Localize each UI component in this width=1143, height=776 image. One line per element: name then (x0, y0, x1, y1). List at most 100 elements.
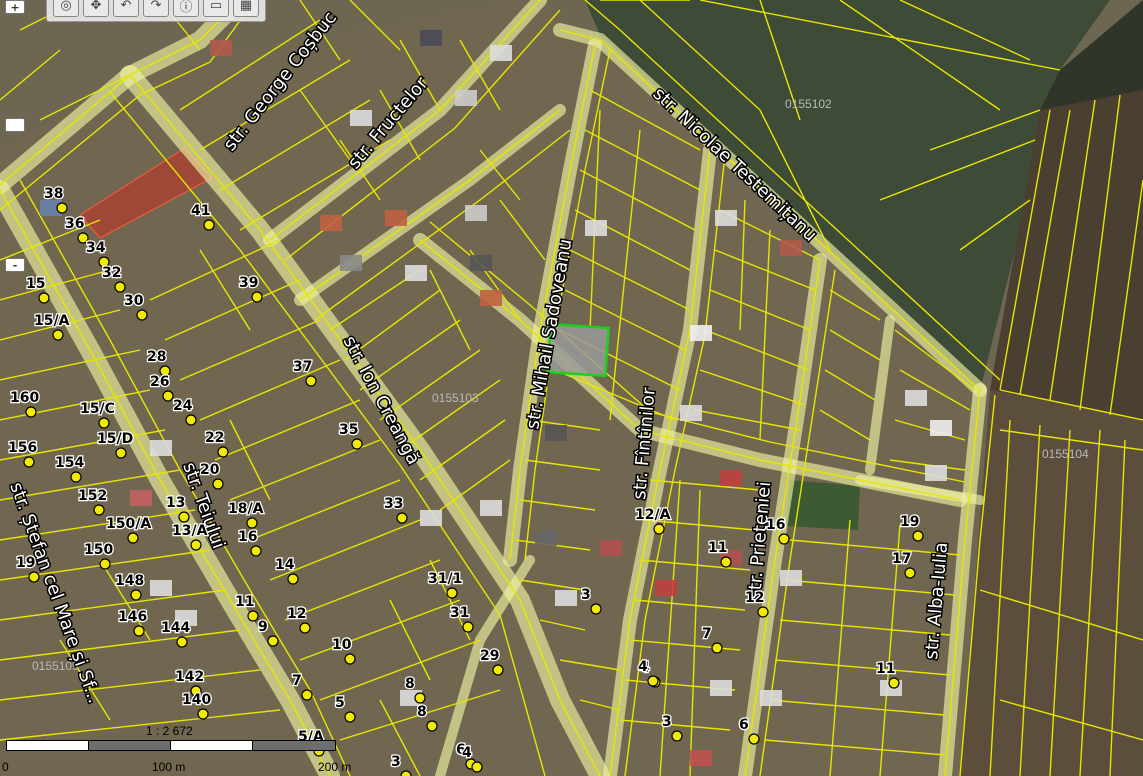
address-dot (130, 589, 142, 601)
address-dot (212, 478, 224, 490)
address-number: 5 (335, 695, 345, 711)
address-number: 12 (745, 590, 764, 606)
address-number: 15/C (80, 401, 115, 417)
zoom-in-button[interactable]: + (5, 0, 25, 14)
address-dot (471, 761, 483, 773)
address-dot (25, 406, 37, 418)
address-number: 4 (638, 659, 648, 675)
house-roof (405, 265, 427, 281)
address-number: 39 (239, 275, 258, 291)
address-dot (56, 202, 68, 214)
house-roof (150, 440, 172, 456)
address-number: 8 (405, 676, 415, 692)
address-number: 18/A (228, 501, 264, 517)
address-number: 24 (173, 398, 193, 414)
address-dot (647, 675, 659, 687)
map-canvas[interactable]: 0155102015510301551040155109 str. George… (0, 0, 1143, 776)
address-number: 140 (182, 692, 211, 708)
address-dot (400, 770, 412, 776)
address-dot (70, 471, 82, 483)
house-roof (150, 580, 172, 596)
address-number: 156 (8, 440, 37, 456)
print-tool-icon[interactable]: ▭ (203, 0, 229, 17)
scale-bar: 1 : 2 672 0 100 m 200 m (2, 724, 356, 776)
address-dot (888, 677, 900, 689)
address-number: 36 (65, 216, 84, 232)
house-roof (320, 215, 342, 231)
house-roof (780, 240, 802, 256)
address-number: 150 (84, 542, 113, 558)
address-dot (176, 636, 188, 648)
address-number: 16 (238, 529, 257, 545)
address-number: 22 (205, 430, 224, 446)
address-dot (748, 733, 760, 745)
address-dot (185, 414, 197, 426)
address-number: 154 (55, 455, 84, 471)
address-number: 32 (102, 265, 121, 281)
address-dot (250, 545, 262, 557)
address-number: 31/1 (428, 571, 462, 587)
scale-segment-1 (6, 740, 90, 751)
address-dot (414, 692, 426, 704)
house-roof (930, 420, 952, 436)
address-number: 37 (293, 359, 312, 375)
address-number: 15/D (97, 431, 133, 447)
table-tool-icon[interactable]: ▦ (233, 0, 259, 17)
address-number: 144 (161, 620, 190, 636)
address-dot (133, 625, 145, 637)
house-roof (710, 680, 732, 696)
zoom-slider-handle[interactable] (5, 118, 25, 132)
address-dot (904, 567, 916, 579)
address-dot (671, 730, 683, 742)
address-dot (720, 556, 732, 568)
house-roof (470, 255, 492, 271)
house-roof (490, 45, 512, 61)
pan-tool-icon[interactable]: ✥ (83, 0, 109, 17)
address-dot (99, 558, 111, 570)
scale-segment-3 (170, 740, 254, 751)
forward-tool-icon[interactable]: ↷ (143, 0, 169, 17)
address-number: 30 (124, 293, 144, 309)
back-tool-icon[interactable]: ↶ (113, 0, 139, 17)
address-number: 38 (44, 186, 63, 202)
address-dot (305, 375, 317, 387)
address-dot (217, 446, 229, 458)
address-number: 31 (450, 605, 469, 621)
address-dot (115, 447, 127, 459)
house-roof (210, 40, 232, 56)
address-number: 142 (175, 669, 204, 685)
house-roof (555, 590, 577, 606)
zoom-tool-icon[interactable]: ◎ (53, 0, 79, 17)
parcel-cadastral-label: 0155104 (1042, 447, 1089, 461)
address-number: 34 (86, 240, 106, 256)
address-number: 12 (287, 606, 306, 622)
address-dot (778, 533, 790, 545)
address-dot (396, 512, 408, 524)
map-view[interactable]: 0155102 0155103 0155104 0155109 str. George… (0, 0, 1143, 776)
address-number: 7 (702, 626, 712, 642)
address-dot (267, 635, 279, 647)
address-dot (446, 587, 458, 599)
address-dot (711, 642, 723, 654)
address-dot (757, 606, 769, 618)
address-number: 3 (662, 714, 672, 730)
info-tool-icon[interactable]: ⓘ (173, 0, 199, 17)
address-number: 12/A (635, 507, 671, 523)
address-number: 152 (78, 488, 107, 504)
address-dot (197, 708, 209, 720)
address-dot (114, 281, 126, 293)
address-dot (590, 603, 602, 615)
address-number: 41 (191, 203, 210, 219)
address-number: 13 (166, 495, 185, 511)
address-number: 16 (766, 517, 785, 533)
house-roof (455, 90, 477, 106)
house-roof (690, 750, 712, 766)
house-roof (465, 205, 487, 221)
zoom-out-button[interactable]: - (5, 258, 25, 272)
address-number: 28 (147, 349, 166, 365)
address-dot (653, 523, 665, 535)
address-dot (299, 622, 311, 634)
address-number: 160 (10, 390, 39, 406)
map-toolbar: ◎ ✥ ↶ ↷ ⓘ ▭ ▦ (46, 0, 266, 22)
house-roof (690, 325, 712, 341)
